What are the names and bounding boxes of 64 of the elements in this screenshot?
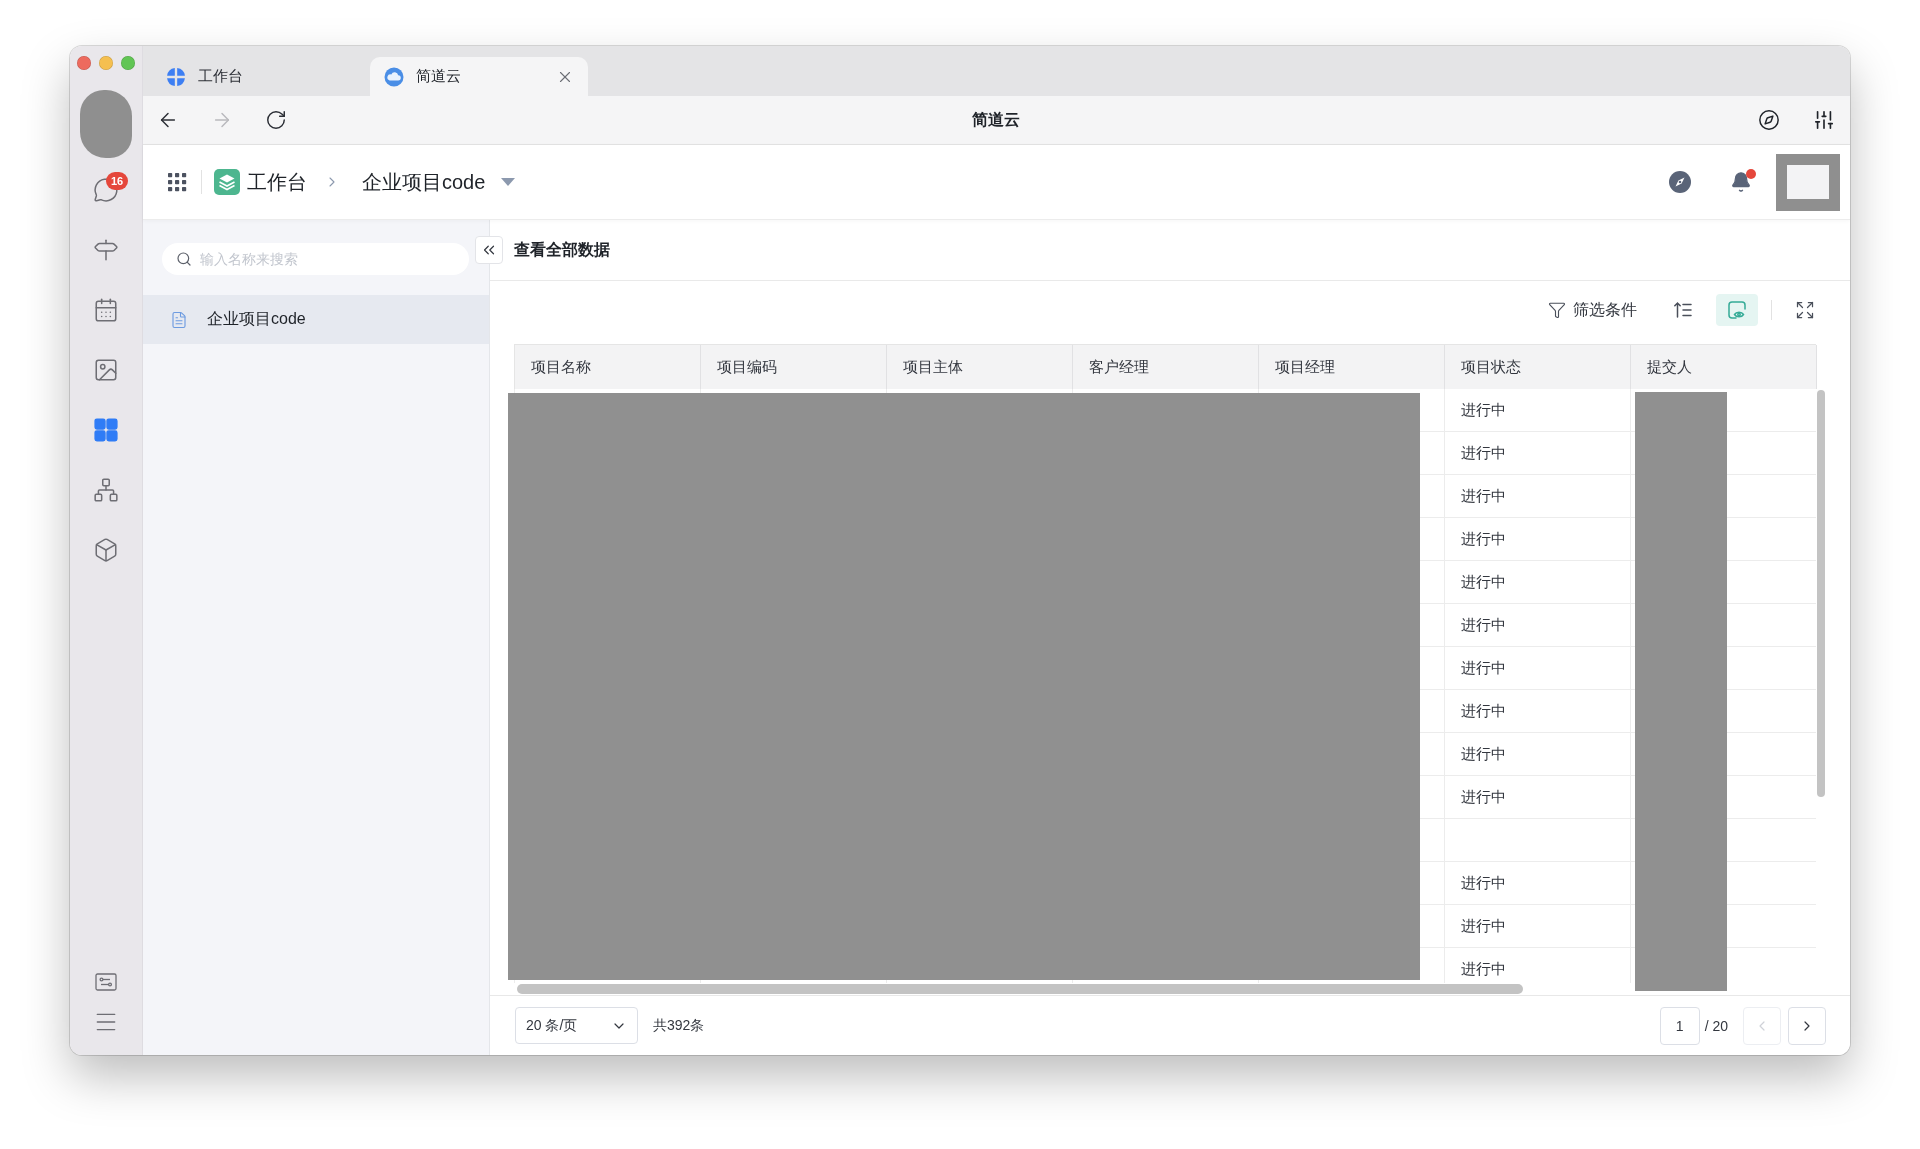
window-close-icon[interactable] bbox=[77, 56, 91, 70]
cloud-icon bbox=[384, 66, 404, 87]
page-input[interactable]: 1 bbox=[1659, 1006, 1700, 1045]
caret-down-icon[interactable] bbox=[501, 178, 516, 186]
layers-icon bbox=[214, 169, 240, 195]
sliders-icon[interactable] bbox=[1813, 109, 1835, 131]
sidebar-item[interactable]: 企业项目code bbox=[143, 295, 489, 344]
document-icon bbox=[170, 310, 188, 329]
cell-text: 进行中 bbox=[1461, 959, 1506, 979]
preview-button[interactable] bbox=[1716, 294, 1758, 326]
network-icon[interactable] bbox=[93, 477, 119, 503]
grid-icon[interactable] bbox=[93, 417, 119, 443]
reload-icon[interactable] bbox=[265, 109, 287, 131]
cell-text: 进行中 bbox=[1461, 615, 1506, 635]
search-icon bbox=[176, 251, 192, 267]
column-header: 客户经理 bbox=[1073, 345, 1259, 389]
breadcrumb-link[interactable]: 工作台 bbox=[247, 168, 307, 196]
cell-text: 进行中 bbox=[1461, 744, 1506, 764]
cell-text: 进行中 bbox=[1461, 443, 1506, 463]
image-icon[interactable] bbox=[93, 357, 119, 383]
cell-text: 进行中 bbox=[1461, 787, 1506, 807]
avatar-placeholder[interactable] bbox=[80, 90, 132, 158]
page-size-select[interactable]: 20 条/页 bbox=[515, 1007, 638, 1044]
sort-icon bbox=[1673, 300, 1693, 320]
browser-tab[interactable]: 工作台 bbox=[152, 57, 370, 96]
search-field[interactable]: 输入名称来搜索 bbox=[162, 243, 469, 275]
browser-tab[interactable]: 简道云 bbox=[370, 57, 588, 96]
breadcrumb-link[interactable]: 企业项目code bbox=[362, 168, 486, 196]
notification-badge: 16 bbox=[106, 172, 129, 190]
fullscreen-icon bbox=[1795, 300, 1815, 320]
horizontal-scrollbar[interactable] bbox=[517, 984, 1523, 994]
window-zoom-icon[interactable] bbox=[121, 56, 135, 70]
column-header: 项目名称 bbox=[515, 345, 701, 389]
column-header: 项目编码 bbox=[701, 345, 887, 389]
vertical-scrollbar[interactable] bbox=[1817, 390, 1825, 797]
cell-text: 进行中 bbox=[1461, 572, 1506, 592]
apps-menu-icon[interactable] bbox=[167, 172, 187, 192]
column-header: 项目主体 bbox=[887, 345, 1073, 389]
quadrant-logo-icon bbox=[166, 66, 186, 87]
sliders-card-icon[interactable] bbox=[94, 970, 118, 994]
total-count: 共392条 bbox=[653, 1016, 705, 1035]
cell-text: 进行中 bbox=[1461, 486, 1506, 506]
collapse-button[interactable] bbox=[475, 236, 503, 264]
filter-icon bbox=[1548, 301, 1566, 319]
compass-icon[interactable] bbox=[1758, 109, 1780, 131]
page-title: 简道云 bbox=[972, 109, 1020, 130]
column-header: 项目经理 bbox=[1259, 345, 1445, 389]
calendar-icon[interactable] bbox=[93, 297, 119, 323]
page-count: / 20 bbox=[1704, 1017, 1728, 1034]
cell-text: 进行中 bbox=[1461, 916, 1506, 936]
column-header: 项目状态 bbox=[1445, 345, 1631, 389]
cube-icon[interactable] bbox=[93, 537, 119, 563]
cell-text: 进行中 bbox=[1461, 658, 1506, 678]
signpost-icon[interactable] bbox=[93, 237, 119, 263]
filter-button[interactable]: 筛选条件 bbox=[1537, 294, 1648, 326]
bell-icon[interactable] bbox=[1730, 171, 1752, 193]
section-title: 查看全部数据 bbox=[514, 239, 610, 260]
cell-text: 进行中 bbox=[1461, 873, 1506, 893]
avatar-placeholder[interactable] bbox=[1776, 153, 1840, 211]
cell-text: 进行中 bbox=[1461, 400, 1506, 420]
cell-text: 进行中 bbox=[1461, 701, 1506, 721]
column-header: 提交人 bbox=[1631, 345, 1817, 389]
eye-card-icon bbox=[1727, 300, 1747, 320]
cell-text: 进行中 bbox=[1461, 529, 1506, 549]
